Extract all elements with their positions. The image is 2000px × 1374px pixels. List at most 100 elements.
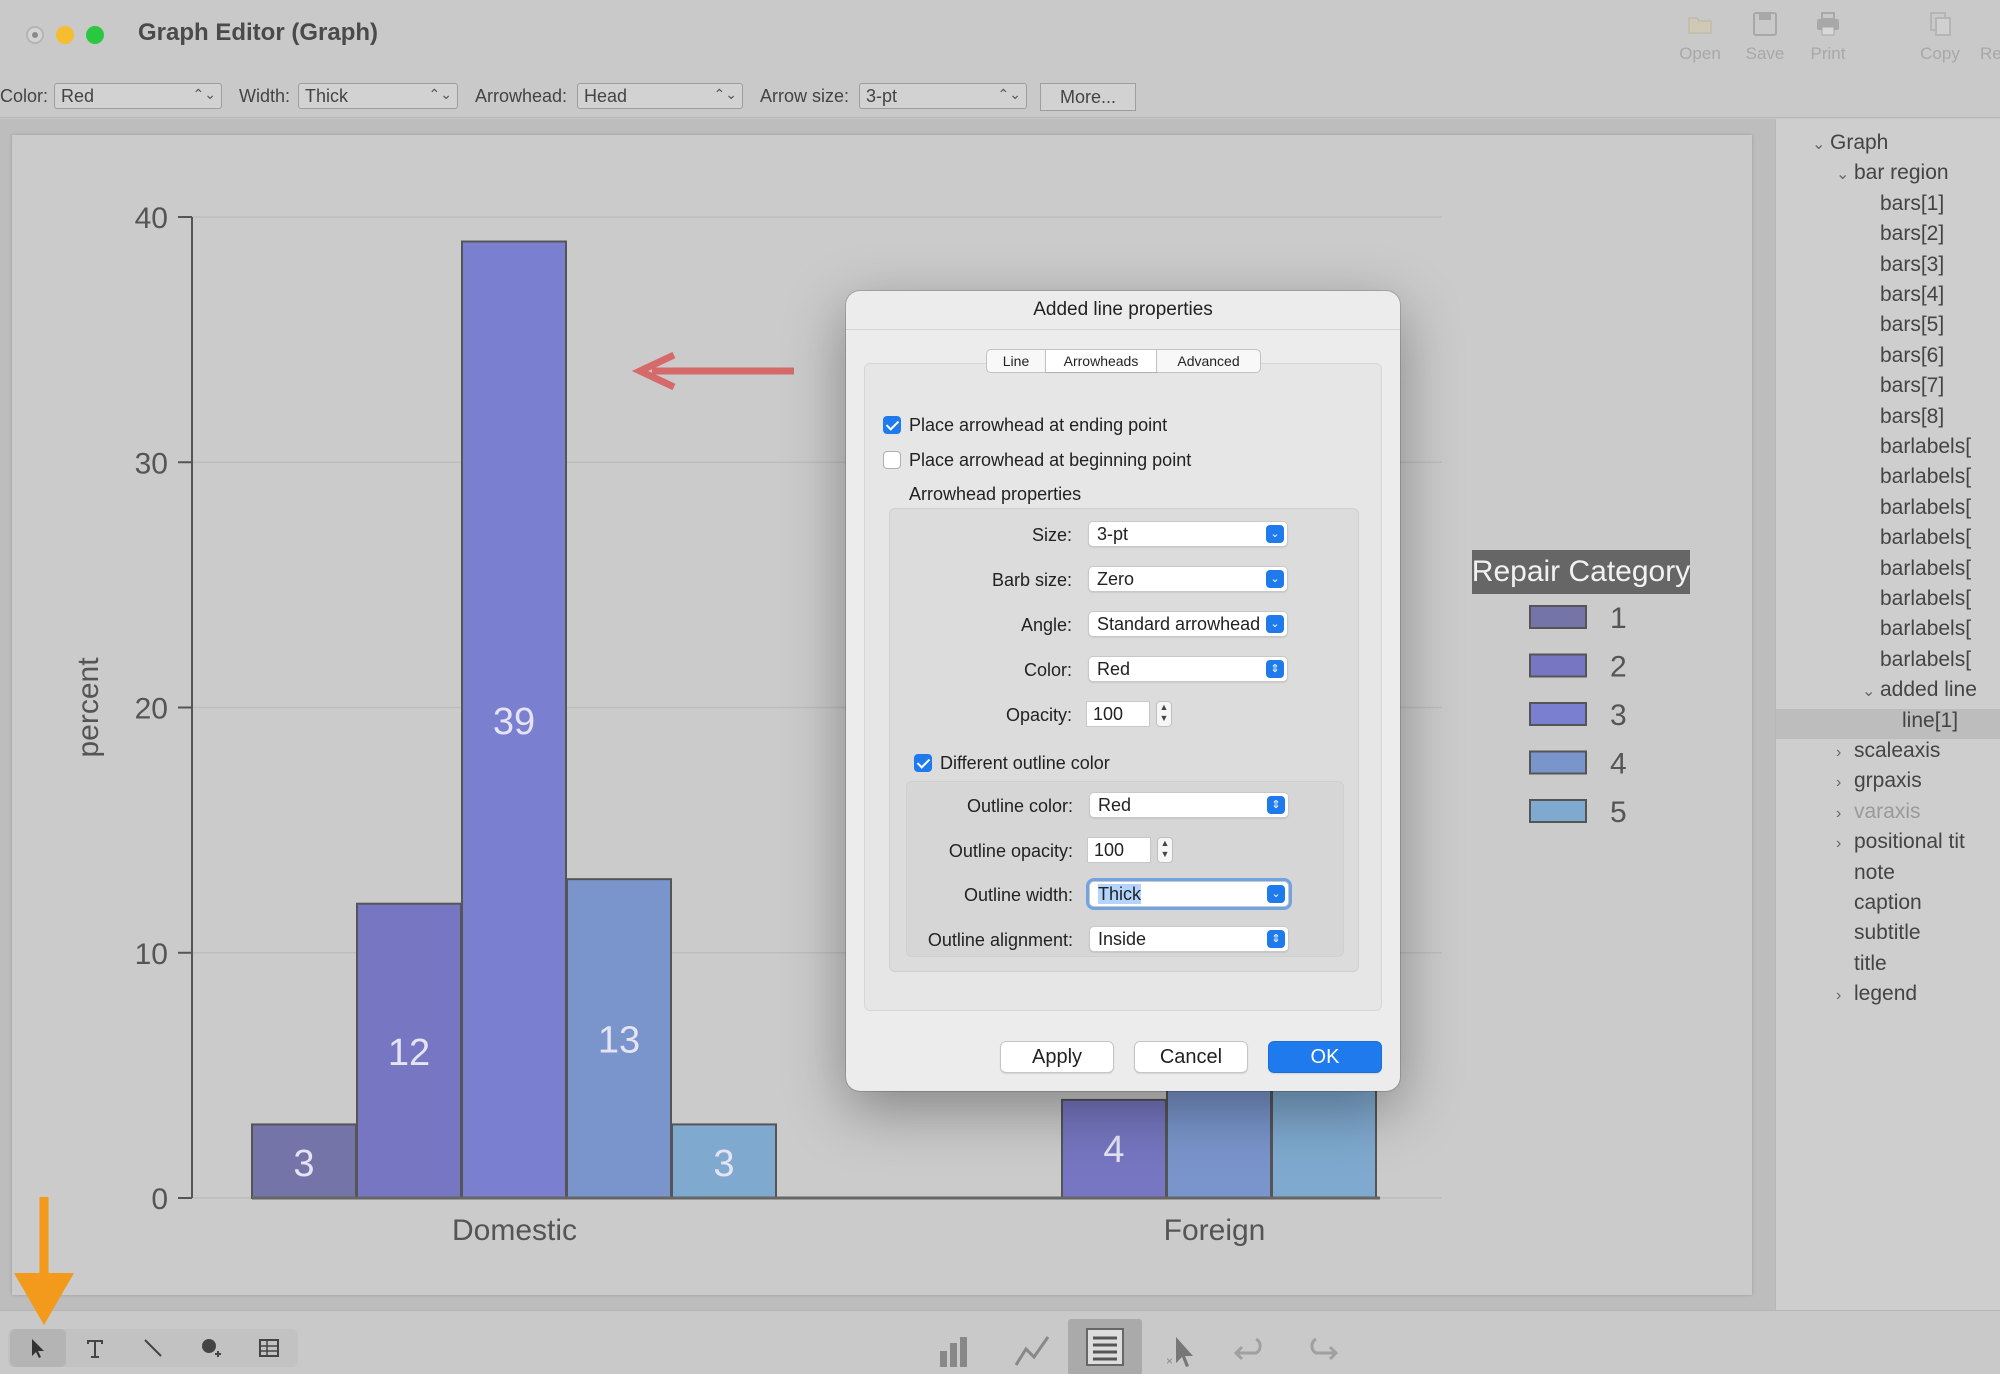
opacity-stepper[interactable]: ▲ ▼ [1156, 701, 1172, 727]
tree-item-label: bars[1] [1880, 191, 1945, 215]
updown-icon: ⇕ [1266, 660, 1284, 678]
begin-arrowhead-checkbox[interactable]: Place arrowhead at beginning point [883, 450, 1191, 471]
tree-item[interactable]: ⌄ bar region [1836, 161, 1949, 191]
folder-icon [1688, 17, 1712, 34]
tree-item[interactable]: barlabels[ [1862, 617, 1971, 647]
open-label: Open [1679, 44, 1721, 63]
outline-color-popup[interactable]: Red ⇕ [1089, 792, 1289, 818]
tab-arrowheads[interactable]: Arrowheads [1045, 350, 1157, 372]
print-button[interactable]: Print [1796, 10, 1860, 68]
legend-label: 3 [1610, 699, 1627, 732]
save-button[interactable]: Save [1733, 10, 1797, 68]
tree-item[interactable]: › varaxis [1836, 800, 1921, 830]
chevron-down-icon[interactable]: ⌄ [1836, 164, 1854, 184]
tree-item[interactable]: subtitle [1836, 921, 1921, 951]
bar-label: 3 [293, 1143, 314, 1185]
line-tool-button[interactable] [126, 1329, 182, 1367]
pointer-tool-button[interactable] [10, 1329, 66, 1367]
color-select[interactable]: Red ⌃⌄ [54, 83, 222, 109]
tree-item[interactable]: › scaleaxis [1836, 739, 1940, 769]
tree-item[interactable]: barlabels[ [1862, 648, 1971, 678]
tree-item[interactable]: bars[5] [1862, 313, 1944, 343]
marker-tool-button[interactable] [184, 1329, 240, 1367]
tree-item[interactable]: › positional tit [1836, 830, 1965, 860]
undo-button[interactable] [1218, 1325, 1274, 1363]
tree-item[interactable]: bars[4] [1862, 283, 1944, 313]
grid-tool-button[interactable] [242, 1329, 298, 1367]
tree-item[interactable]: barlabels[ [1862, 587, 1971, 617]
tree-item[interactable]: barlabels[ [1862, 557, 1971, 587]
bar-chart-button[interactable] [922, 1325, 978, 1367]
different-outline-checkbox[interactable]: Different outline color [914, 753, 1110, 774]
tree-item[interactable]: bars[3] [1862, 253, 1944, 283]
width-select[interactable]: Thick ⌃⌄ [298, 83, 458, 109]
chevron-down-icon[interactable]: ⌄ [1812, 134, 1830, 154]
different-outline-label: Different outline color [940, 753, 1110, 773]
tree-item[interactable]: ⌄ Graph [1812, 131, 1888, 161]
tree-item[interactable]: bars[6] [1862, 344, 1944, 374]
tree-item-label: bars[3] [1880, 252, 1945, 276]
tree-item[interactable]: note [1836, 861, 1895, 891]
outline-opacity-stepper[interactable]: ▲ ▼ [1157, 837, 1173, 863]
copy-button[interactable]: Copy [1908, 10, 1972, 68]
chevron-right-icon[interactable]: › [1836, 835, 1854, 853]
chevron-right-icon[interactable]: › [1836, 774, 1854, 792]
tree-item[interactable]: title [1836, 952, 1887, 982]
line-chart-icon [1014, 1336, 1050, 1366]
apply-button[interactable]: Apply [1000, 1041, 1114, 1073]
chevron-down-icon[interactable]: ⌄ [1862, 681, 1880, 701]
select-tool-button[interactable]: × [1150, 1325, 1206, 1368]
redo-icon [1980, 10, 2000, 38]
chevron-right-icon[interactable]: › [1836, 805, 1854, 823]
chevron-right-icon[interactable]: › [1836, 987, 1854, 1005]
tab-advanced[interactable]: Advanced [1157, 350, 1260, 372]
tab-line[interactable]: Line [987, 350, 1045, 372]
arrowhead-select[interactable]: Head ⌃⌄ [577, 83, 743, 109]
angle-popup[interactable]: Standard arrowhead ⌄ [1088, 611, 1288, 637]
outline-opacity-field[interactable]: 100 [1087, 837, 1151, 863]
copy-label: Copy [1920, 44, 1960, 63]
dialog-title: Added line properties [1033, 299, 1213, 320]
updown-icon: ⌃⌄ [428, 86, 452, 102]
checkbox-checked-icon [914, 754, 932, 772]
close-window-button[interactable] [26, 26, 44, 44]
arrow-size-select[interactable]: 3-pt ⌃⌄ [859, 83, 1027, 109]
tree-item[interactable]: bars[7] [1862, 374, 1944, 404]
minimize-window-button[interactable] [56, 26, 74, 44]
ok-button[interactable]: OK [1268, 1041, 1382, 1073]
tree-item[interactable]: barlabels[ [1862, 496, 1971, 526]
tree-item[interactable]: bars[2] [1862, 222, 1944, 252]
barb-size-popup[interactable]: Zero ⌄ [1088, 566, 1288, 592]
y-tick-label: 40 [135, 202, 168, 235]
tree-item[interactable]: ⌄ added line [1862, 678, 1977, 708]
maximize-window-button[interactable] [86, 26, 104, 44]
tree-item[interactable]: barlabels[ [1862, 435, 1971, 465]
tree-item[interactable]: barlabels[ [1862, 526, 1971, 556]
opacity-field[interactable]: 100 [1086, 701, 1150, 727]
tree-item[interactable]: bars[8] [1862, 405, 1944, 435]
object-browser-toggle[interactable] [1068, 1319, 1142, 1374]
bar [1271, 1086, 1377, 1200]
chevron-right-icon[interactable]: › [1836, 744, 1854, 762]
tree-item[interactable]: caption [1836, 891, 1922, 921]
text-tool-button[interactable] [68, 1329, 124, 1367]
size-popup[interactable]: 3-pt ⌄ [1088, 521, 1288, 547]
more-button[interactable]: More... [1040, 83, 1136, 111]
arrowhead-properties-group: Size: 3-pt ⌄ Barb size: Zero ⌄ Angle: St… [889, 508, 1359, 972]
open-button[interactable]: Open [1668, 10, 1732, 68]
color-popup[interactable]: Red ⇕ [1088, 656, 1288, 682]
line-chart-button[interactable] [998, 1325, 1054, 1366]
end-arrowhead-checkbox[interactable]: Place arrowhead at ending point [883, 415, 1167, 436]
outline-width-popup[interactable]: Thick ⌄ [1089, 881, 1289, 907]
tree-item[interactable]: barlabels[ [1862, 465, 1971, 495]
arrowhead-label: Arrowhead: [475, 86, 568, 106]
tree-item[interactable]: bars[1] [1862, 192, 1944, 222]
tree-item[interactable]: › grpaxis [1836, 769, 1922, 799]
checkbox-checked-icon [883, 416, 901, 434]
tree-item[interactable]: line[1] [1884, 709, 1958, 739]
tree-item[interactable]: › legend [1836, 982, 1917, 1012]
outline-alignment-popup[interactable]: Inside ⇕ [1089, 926, 1289, 952]
cancel-button[interactable]: Cancel [1134, 1041, 1248, 1073]
redo-button[interactable]: Re [1980, 10, 2000, 68]
redo-bottom-button[interactable] [1286, 1325, 1342, 1363]
